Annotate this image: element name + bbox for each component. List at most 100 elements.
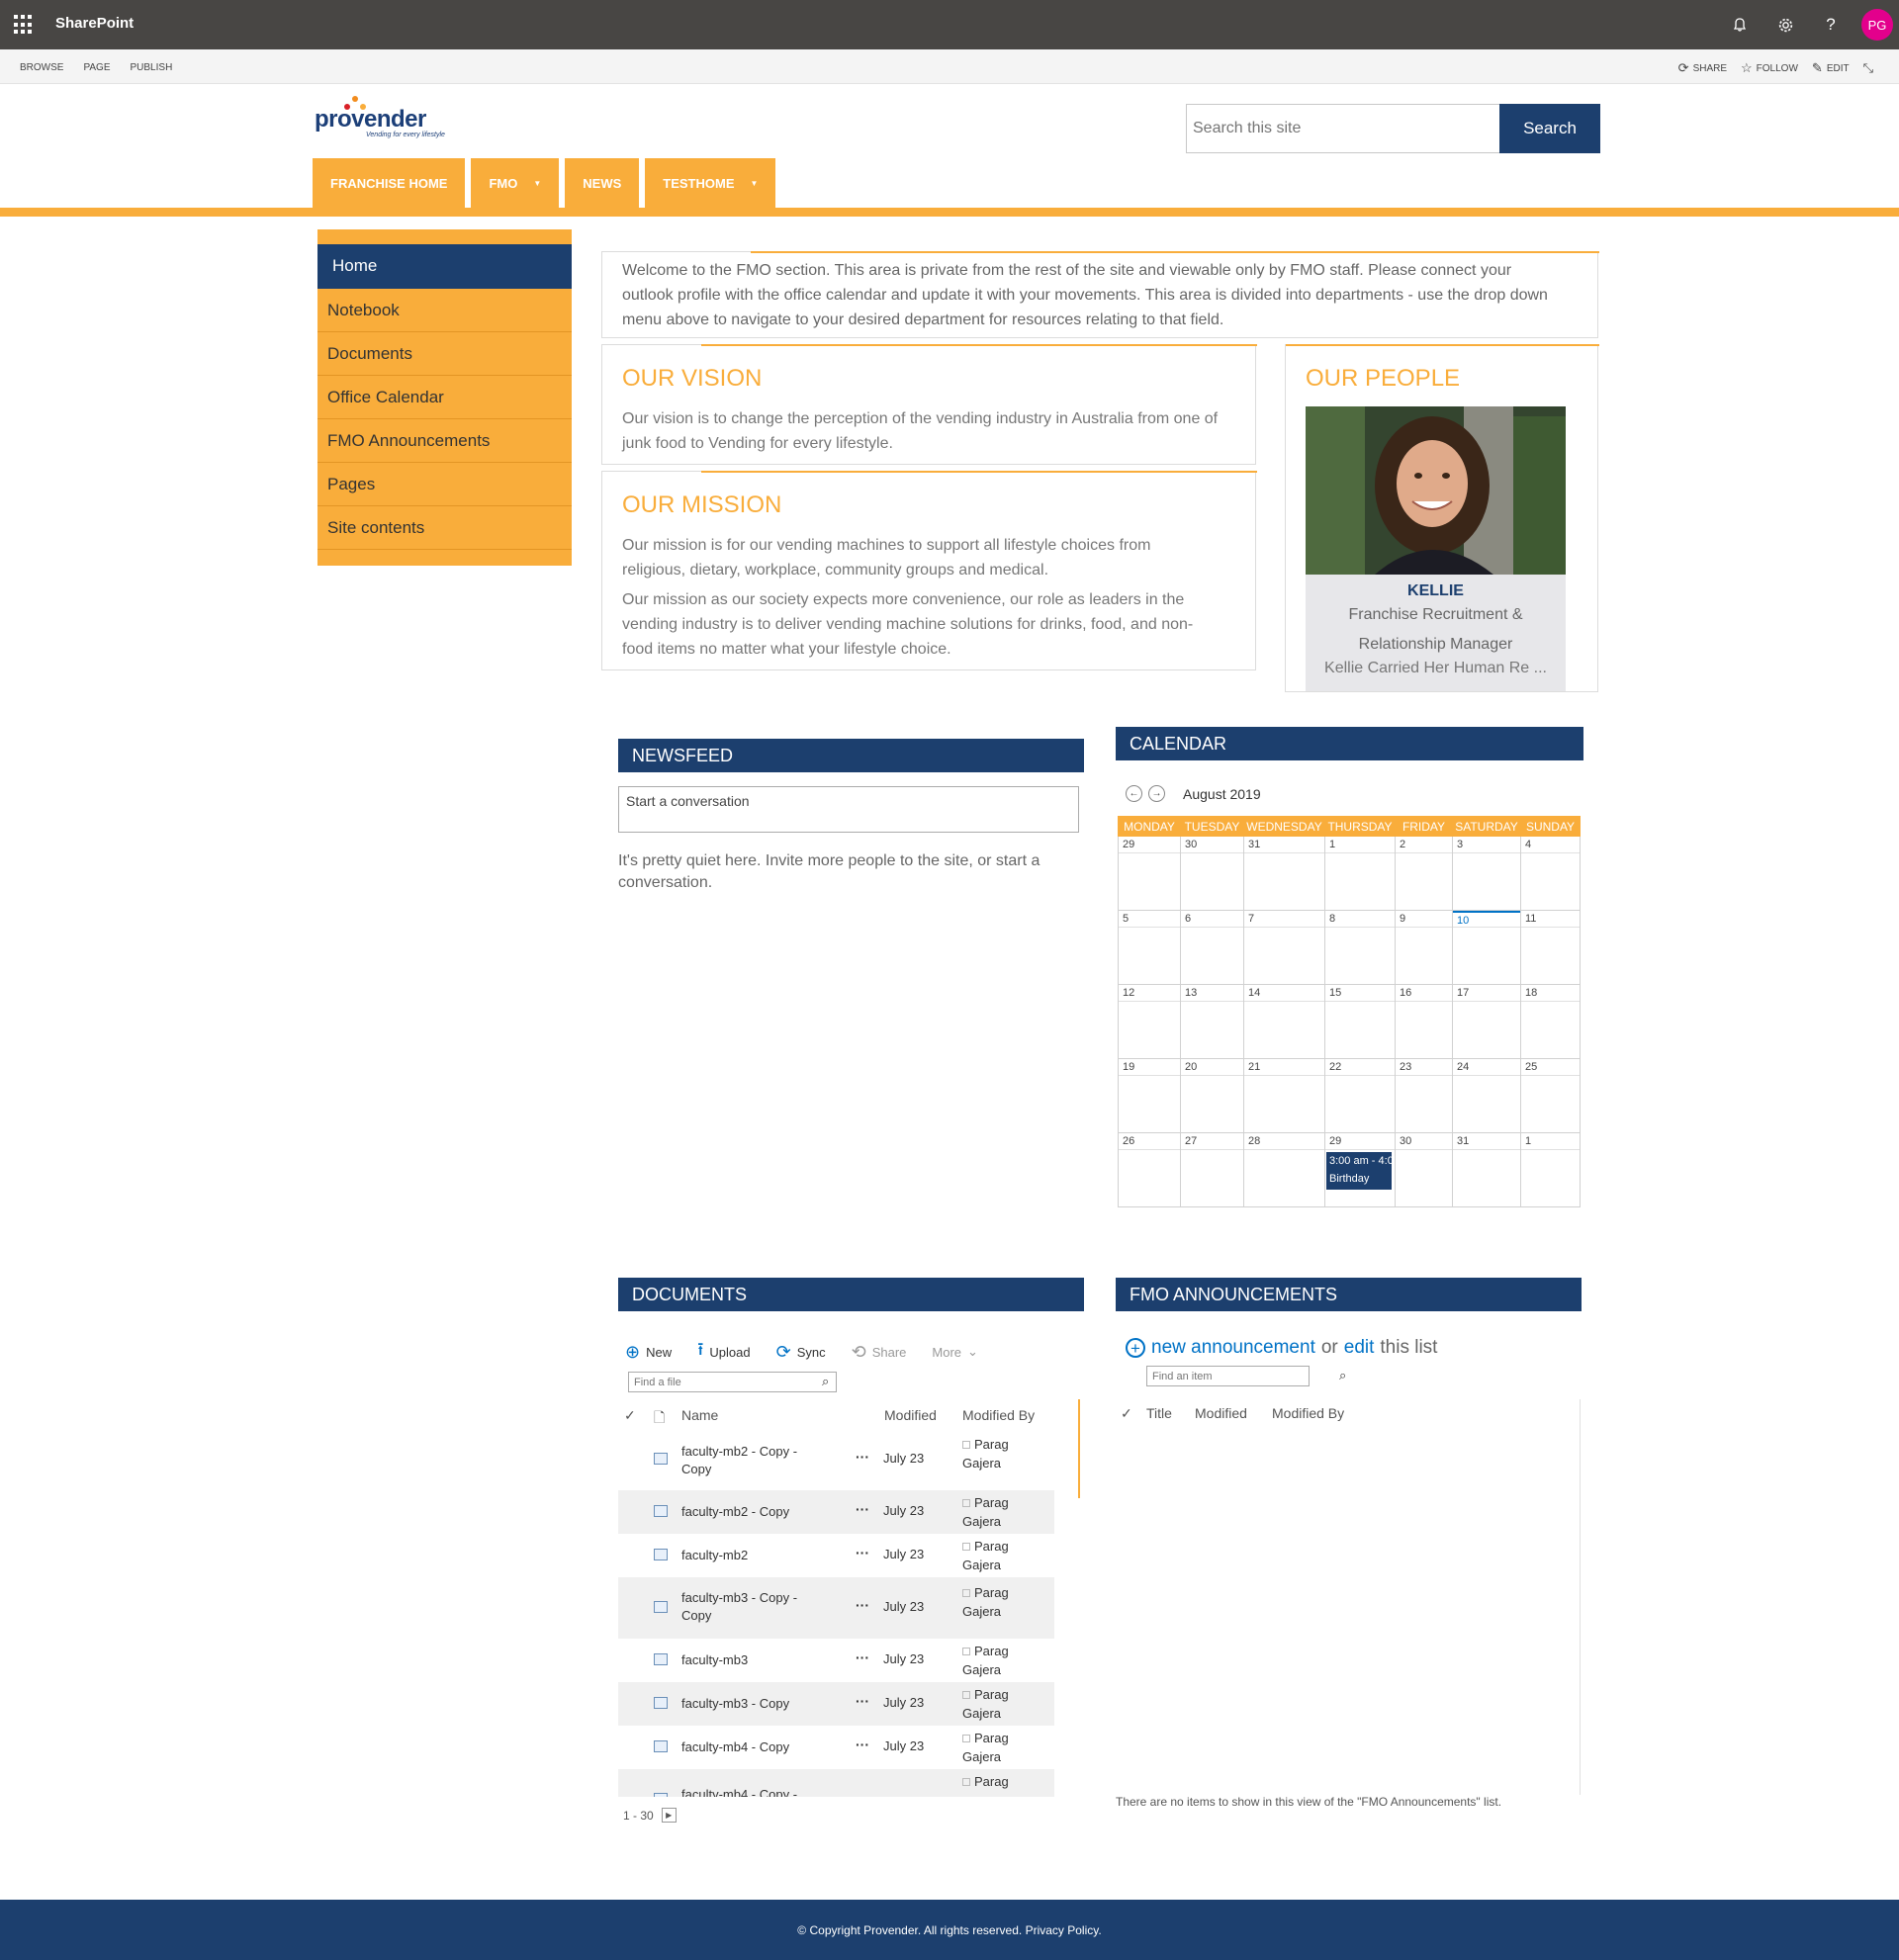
table-row[interactable]: faculty-mb2 ··· July 23 Parag Gajera: [618, 1534, 1054, 1577]
calendar-day[interactable]: 17: [1452, 984, 1521, 1059]
file-name[interactable]: faculty-mb2: [681, 1547, 810, 1564]
search-icon[interactable]: ⌕: [822, 1374, 829, 1389]
new-announcement-link[interactable]: new announcement: [1151, 1337, 1315, 1359]
bell-icon[interactable]: [1725, 8, 1755, 42]
calendar-day[interactable]: 30: [1180, 836, 1244, 911]
edit-button[interactable]: ✎ EDIT: [1812, 60, 1850, 76]
file-name[interactable]: faculty-mb3: [681, 1651, 810, 1669]
file-name[interactable]: faculty-mb4 - Copy -: [681, 1786, 810, 1797]
calendar-day[interactable]: 30: [1395, 1132, 1453, 1207]
calendar-day[interactable]: 14: [1243, 984, 1325, 1059]
calendar-day[interactable]: 25: [1520, 1058, 1581, 1133]
column-modified-by[interactable]: Modified By: [962, 1407, 1035, 1423]
ellipsis-icon[interactable]: ···: [856, 1597, 869, 1613]
new-document-button[interactable]: ⊕ New: [625, 1342, 672, 1363]
scrollbar[interactable]: [1078, 1399, 1080, 1498]
ql-item-office-calendar[interactable]: Office Calendar: [317, 376, 572, 419]
share-button[interactable]: ⟳ SHARE: [1678, 60, 1727, 76]
calendar-event[interactable]: 3:00 am - 4:00 Birthday: [1326, 1152, 1392, 1190]
ql-item-pages[interactable]: Pages: [317, 463, 572, 506]
search-input[interactable]: [1186, 104, 1500, 153]
person-photo[interactable]: [1306, 406, 1566, 575]
ql-item-site-contents[interactable]: Site contents: [317, 506, 572, 550]
calendar-day[interactable]: 6: [1180, 910, 1244, 985]
next-month-icon[interactable]: →: [1148, 785, 1165, 802]
calendar-day[interactable]: 12: [1118, 984, 1181, 1059]
find-file-input[interactable]: [628, 1372, 837, 1392]
ql-item-documents[interactable]: Documents: [317, 332, 572, 376]
share-doc-button[interactable]: ⟲ Share: [852, 1342, 907, 1363]
calendar-day[interactable]: 21: [1243, 1058, 1325, 1133]
search-icon[interactable]: ⌕: [1339, 1368, 1346, 1383]
calendar-day[interactable]: 8: [1324, 910, 1396, 985]
calendar-day[interactable]: 1: [1324, 836, 1396, 911]
app-launcher-icon[interactable]: [14, 15, 34, 35]
suite-title[interactable]: SharePoint: [55, 15, 134, 32]
ql-item-notebook[interactable]: Notebook: [317, 289, 572, 332]
calendar-day[interactable]: 5: [1118, 910, 1181, 985]
calendar-day[interactable]: 11: [1520, 910, 1581, 985]
calendar-day[interactable]: 7: [1243, 910, 1325, 985]
find-item-input[interactable]: [1146, 1366, 1310, 1386]
table-row[interactable]: faculty-mb2 - Copy - Copy ··· July 23 Pa…: [618, 1429, 1054, 1490]
gear-icon[interactable]: [1770, 8, 1800, 42]
nav-testhome[interactable]: TESTHOME ▼: [645, 158, 776, 208]
column-name[interactable]: Name: [681, 1407, 718, 1423]
calendar-day[interactable]: 15: [1324, 984, 1396, 1059]
file-name[interactable]: faculty-mb2 - Copy: [681, 1503, 810, 1521]
calendar-day[interactable]: 20: [1180, 1058, 1244, 1133]
calendar-day[interactable]: 22: [1324, 1058, 1396, 1133]
more-button[interactable]: More ⌄: [932, 1344, 978, 1360]
calendar-day[interactable]: 2: [1395, 836, 1453, 911]
avatar[interactable]: PG: [1861, 9, 1893, 41]
calendar-day[interactable]: 3: [1452, 836, 1521, 911]
start-conversation-input[interactable]: Start a conversation: [618, 786, 1079, 833]
calendar-day[interactable]: 23: [1395, 1058, 1453, 1133]
sync-button[interactable]: ⟳ Sync: [776, 1342, 826, 1363]
ribbon-tab-publish[interactable]: PUBLISH: [131, 62, 173, 73]
focus-content-button[interactable]: ⤡: [1863, 60, 1873, 76]
upload-button[interactable]: ⭱ Upload: [697, 1337, 751, 1367]
calendar-day[interactable]: 31: [1452, 1132, 1521, 1207]
add-circle-icon[interactable]: +: [1126, 1338, 1145, 1358]
calendar-day[interactable]: 18: [1520, 984, 1581, 1059]
file-name[interactable]: faculty-mb3 - Copy: [681, 1695, 810, 1713]
calendar-day[interactable]: 9: [1395, 910, 1453, 985]
nav-news[interactable]: NEWS: [565, 158, 640, 208]
ellipsis-icon[interactable]: ···: [856, 1737, 869, 1752]
edit-list-link[interactable]: edit: [1344, 1337, 1375, 1359]
calendar-day[interactable]: 1: [1520, 1132, 1581, 1207]
calendar-day[interactable]: 28: [1243, 1132, 1325, 1207]
column-modified[interactable]: Modified: [884, 1407, 937, 1423]
ellipsis-icon[interactable]: ···: [856, 1649, 869, 1665]
site-logo[interactable]: provender Vending for every lifestyle: [315, 96, 473, 143]
prev-month-icon[interactable]: ←: [1126, 785, 1142, 802]
calendar-day[interactable]: 27: [1180, 1132, 1244, 1207]
ellipsis-icon[interactable]: ···: [856, 1693, 869, 1709]
ellipsis-icon[interactable]: ···: [856, 1501, 869, 1517]
ribbon-tab-browse[interactable]: BROWSE: [20, 62, 63, 73]
file-name[interactable]: faculty-mb2 - Copy - Copy: [681, 1443, 810, 1478]
ql-item-home[interactable]: Home: [317, 244, 572, 289]
calendar-day[interactable]: 16: [1395, 984, 1453, 1059]
ribbon-tab-page[interactable]: PAGE: [83, 62, 110, 73]
select-all-check-icon[interactable]: ✓: [624, 1407, 636, 1424]
calendar-day[interactable]: 26: [1118, 1132, 1181, 1207]
column-title[interactable]: Title: [1146, 1405, 1172, 1421]
table-row[interactable]: faculty-mb3 ··· July 23 Parag Gajera: [618, 1639, 1054, 1682]
file-name[interactable]: faculty-mb3 - Copy - Copy: [681, 1589, 810, 1625]
file-name[interactable]: faculty-mb4 - Copy: [681, 1738, 810, 1756]
ql-item-fmo-announcements[interactable]: FMO Announcements: [317, 419, 572, 463]
column-modified[interactable]: Modified: [1195, 1405, 1247, 1421]
table-row[interactable]: faculty-mb4 - Copy ··· July 23 Parag Gaj…: [618, 1726, 1054, 1769]
table-row[interactable]: faculty-mb3 - Copy ··· July 23 Parag Gaj…: [618, 1682, 1054, 1726]
ellipsis-icon[interactable]: ···: [856, 1449, 869, 1465]
nav-franchise-home[interactable]: FRANCHISE HOME: [313, 158, 466, 208]
nav-fmo[interactable]: FMO ▼: [471, 158, 560, 208]
follow-button[interactable]: ☆ FOLLOW: [1741, 60, 1798, 76]
calendar-day[interactable]: 29 3:00 am - 4:00 Birthday: [1324, 1132, 1396, 1207]
table-row[interactable]: faculty-mb4 - Copy - Parag: [618, 1769, 1054, 1797]
calendar-day-today[interactable]: 10: [1452, 910, 1521, 985]
table-row[interactable]: faculty-mb2 - Copy ··· July 23 Parag Gaj…: [618, 1490, 1054, 1534]
search-button[interactable]: Search: [1499, 104, 1600, 153]
